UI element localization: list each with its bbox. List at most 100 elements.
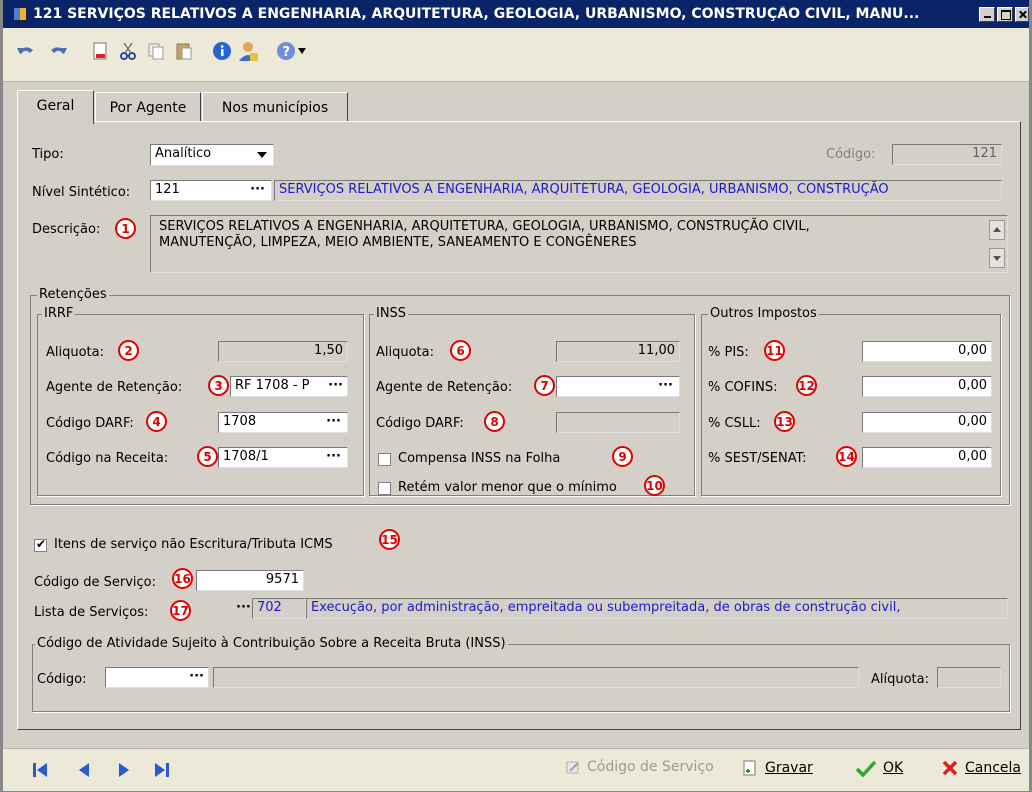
callout-badge-12: 12 xyxy=(796,375,817,396)
irrf-receita-label: Código na Receita: xyxy=(46,451,169,466)
minimize-button[interactable] xyxy=(979,6,995,22)
cancel-icon xyxy=(942,760,958,776)
maximize-button[interactable] xyxy=(997,6,1013,22)
new-document-icon[interactable] xyxy=(89,40,111,62)
lista-servicos-description: Execução, por administração, empreitada … xyxy=(306,598,1008,619)
scroll-up-button[interactable] xyxy=(989,220,1005,240)
descricao-textarea[interactable]: SERVIÇOS RELATIVOS A ENGENHARIA, ARQUITE… xyxy=(150,215,1008,273)
next-record-icon[interactable] xyxy=(115,761,133,779)
nivel-sintetico-field[interactable]: 121 ··· xyxy=(150,180,272,201)
csll-field[interactable]: 0,00 xyxy=(862,412,992,433)
compensa-inss-checkbox[interactable] xyxy=(378,453,391,466)
scroll-down-button[interactable] xyxy=(989,248,1005,268)
irrf-receita-field[interactable]: 1708/1 ··· xyxy=(218,447,348,468)
cofins-field[interactable]: 0,00 xyxy=(862,376,992,397)
callout-badge-11: 11 xyxy=(764,340,785,361)
check-icon xyxy=(855,760,877,777)
irrf-darf-label: Código DARF: xyxy=(46,416,134,431)
paste-icon[interactable] xyxy=(173,40,195,62)
retem-valor-checkbox[interactable] xyxy=(378,482,391,495)
nivel-sintetico-description: SERVIÇOS RELATIVOS A ENGENHARIA, ARQUITE… xyxy=(274,180,1002,201)
atividade-title: Código de Atividade Sujeito à Contribuiç… xyxy=(35,636,508,651)
help-icon[interactable]: ? xyxy=(275,40,297,62)
codigo-servico-button: Código de Serviço xyxy=(565,759,714,775)
gravar-button[interactable]: Gravar xyxy=(741,759,813,777)
lista-servicos-label: Lista de Serviços: xyxy=(34,605,149,620)
lookup-dots[interactable]: ··· xyxy=(250,182,265,197)
redo-icon[interactable] xyxy=(47,40,69,62)
callout-badge-5: 5 xyxy=(197,446,218,467)
callout-badge-7: 7 xyxy=(534,375,555,396)
tab-nos-municipios[interactable]: Nos municípios xyxy=(202,92,348,124)
callout-badge-14: 14 xyxy=(836,446,857,467)
callout-badge-17: 17 xyxy=(170,600,191,621)
atividade-aliquota-label: Alíquota: xyxy=(871,672,930,687)
callout-badge-16: 16 xyxy=(172,568,193,589)
codigo-servico-field[interactable]: 9571 xyxy=(196,570,304,591)
cut-icon[interactable] xyxy=(117,40,139,62)
callout-badge-9: 9 xyxy=(612,446,633,467)
inss-aliquota-field[interactable]: 11,00 xyxy=(556,341,680,362)
irrf-agente-label: Agente de Retenção: xyxy=(46,380,183,395)
sest-senat-field[interactable]: 0,00 xyxy=(862,447,992,468)
atividade-aliquota-field xyxy=(937,667,1001,688)
lookup-dots[interactable]: ··· xyxy=(326,378,343,393)
icms-checkbox[interactable] xyxy=(34,537,47,552)
atividade-codigo-label: Código: xyxy=(37,672,87,687)
info-icon[interactable] xyxy=(211,40,233,62)
lookup-dots[interactable]: ··· xyxy=(326,449,341,464)
lookup-dots[interactable]: ··· xyxy=(326,414,341,429)
atividade-codigo-field[interactable]: ··· xyxy=(105,667,209,688)
save-icon xyxy=(743,760,756,776)
callout-badge-4: 4 xyxy=(146,411,167,432)
last-record-icon[interactable] xyxy=(153,761,171,779)
inss-group: INSS Aliquota: 6 11,00 Agente de Retençã… xyxy=(369,306,695,496)
inss-darf-field xyxy=(556,412,680,433)
previous-record-icon[interactable] xyxy=(75,761,93,779)
chevron-down-icon xyxy=(257,152,267,158)
user-icon[interactable] xyxy=(237,40,259,62)
retencoes-title: Retenções xyxy=(37,287,109,302)
inss-aliquota-label: Aliquota: xyxy=(376,345,435,360)
close-button[interactable] xyxy=(1015,6,1029,22)
irrf-title: IRRF xyxy=(42,306,76,321)
atividade-group: Código de Atividade Sujeito à Contribuiç… xyxy=(32,636,1010,712)
lista-servicos-lookup[interactable]: ··· xyxy=(236,600,251,615)
outros-impostos-title: Outros Impostos xyxy=(708,306,819,321)
irrf-darf-field[interactable]: 1708 ··· xyxy=(218,412,348,433)
bottom-bar: Código de Serviço Gravar OK Cancela xyxy=(3,748,1029,791)
retem-valor-label: Retém valor menor que o mínimo xyxy=(398,480,617,495)
pis-field[interactable]: 0,00 xyxy=(862,341,992,362)
window: 12 1 SERVIÇOS RELATIVOS A ENGENHARIA, ARQ… xyxy=(0,0,1032,792)
callout-badge-2: 2 xyxy=(118,340,139,361)
cofins-label: % COFINS: xyxy=(708,380,778,395)
callout-badge-1: 1 xyxy=(115,218,136,239)
undo-icon[interactable] xyxy=(15,40,37,62)
codigo-label: Código: xyxy=(826,147,876,162)
callout-badge-3: 3 xyxy=(208,375,229,396)
irrf-group: IRRF Aliquota: 2 1,50 Agente de Retenção… xyxy=(37,306,364,496)
chevron-down-icon[interactable] xyxy=(295,40,309,62)
callout-badge-6: 6 xyxy=(450,340,471,361)
first-record-icon[interactable] xyxy=(31,761,49,779)
tab-por-agente[interactable]: Por Agente xyxy=(95,92,201,124)
cancela-button[interactable]: Cancela xyxy=(941,759,1021,777)
callout-badge-13: 13 xyxy=(774,411,795,432)
title-bar: 121 SERVIÇOS RELATIVOS A ENGENHARIA, ARQ… xyxy=(3,0,1029,28)
tab-geral[interactable]: Geral xyxy=(17,90,94,124)
inss-agente-field[interactable]: ··· xyxy=(556,376,680,397)
inss-title: INSS xyxy=(374,306,409,321)
irrf-agente-field[interactable]: RF 1708 - P ··· xyxy=(230,376,348,397)
lookup-dots[interactable]: ··· xyxy=(189,669,204,684)
copy-icon[interactable] xyxy=(145,40,167,62)
tab-panel-geral: Tipo: Analítico Código: 121 Nível Sintét… xyxy=(17,121,1021,730)
callout-badge-15: 15 xyxy=(379,529,400,550)
ok-button[interactable]: OK xyxy=(855,759,903,777)
compensa-inss-label: Compensa INSS na Folha xyxy=(398,451,561,466)
tipo-select[interactable]: Analítico xyxy=(150,144,274,166)
lookup-dots[interactable]: ··· xyxy=(658,378,673,393)
atividade-description xyxy=(213,667,859,688)
window-title: 121 SERVIÇOS RELATIVOS A ENGENHARIA, ARQ… xyxy=(33,6,920,22)
sest-senat-label: % SEST/SENAT: xyxy=(708,451,807,466)
irrf-aliquota-field[interactable]: 1,50 xyxy=(218,341,348,362)
